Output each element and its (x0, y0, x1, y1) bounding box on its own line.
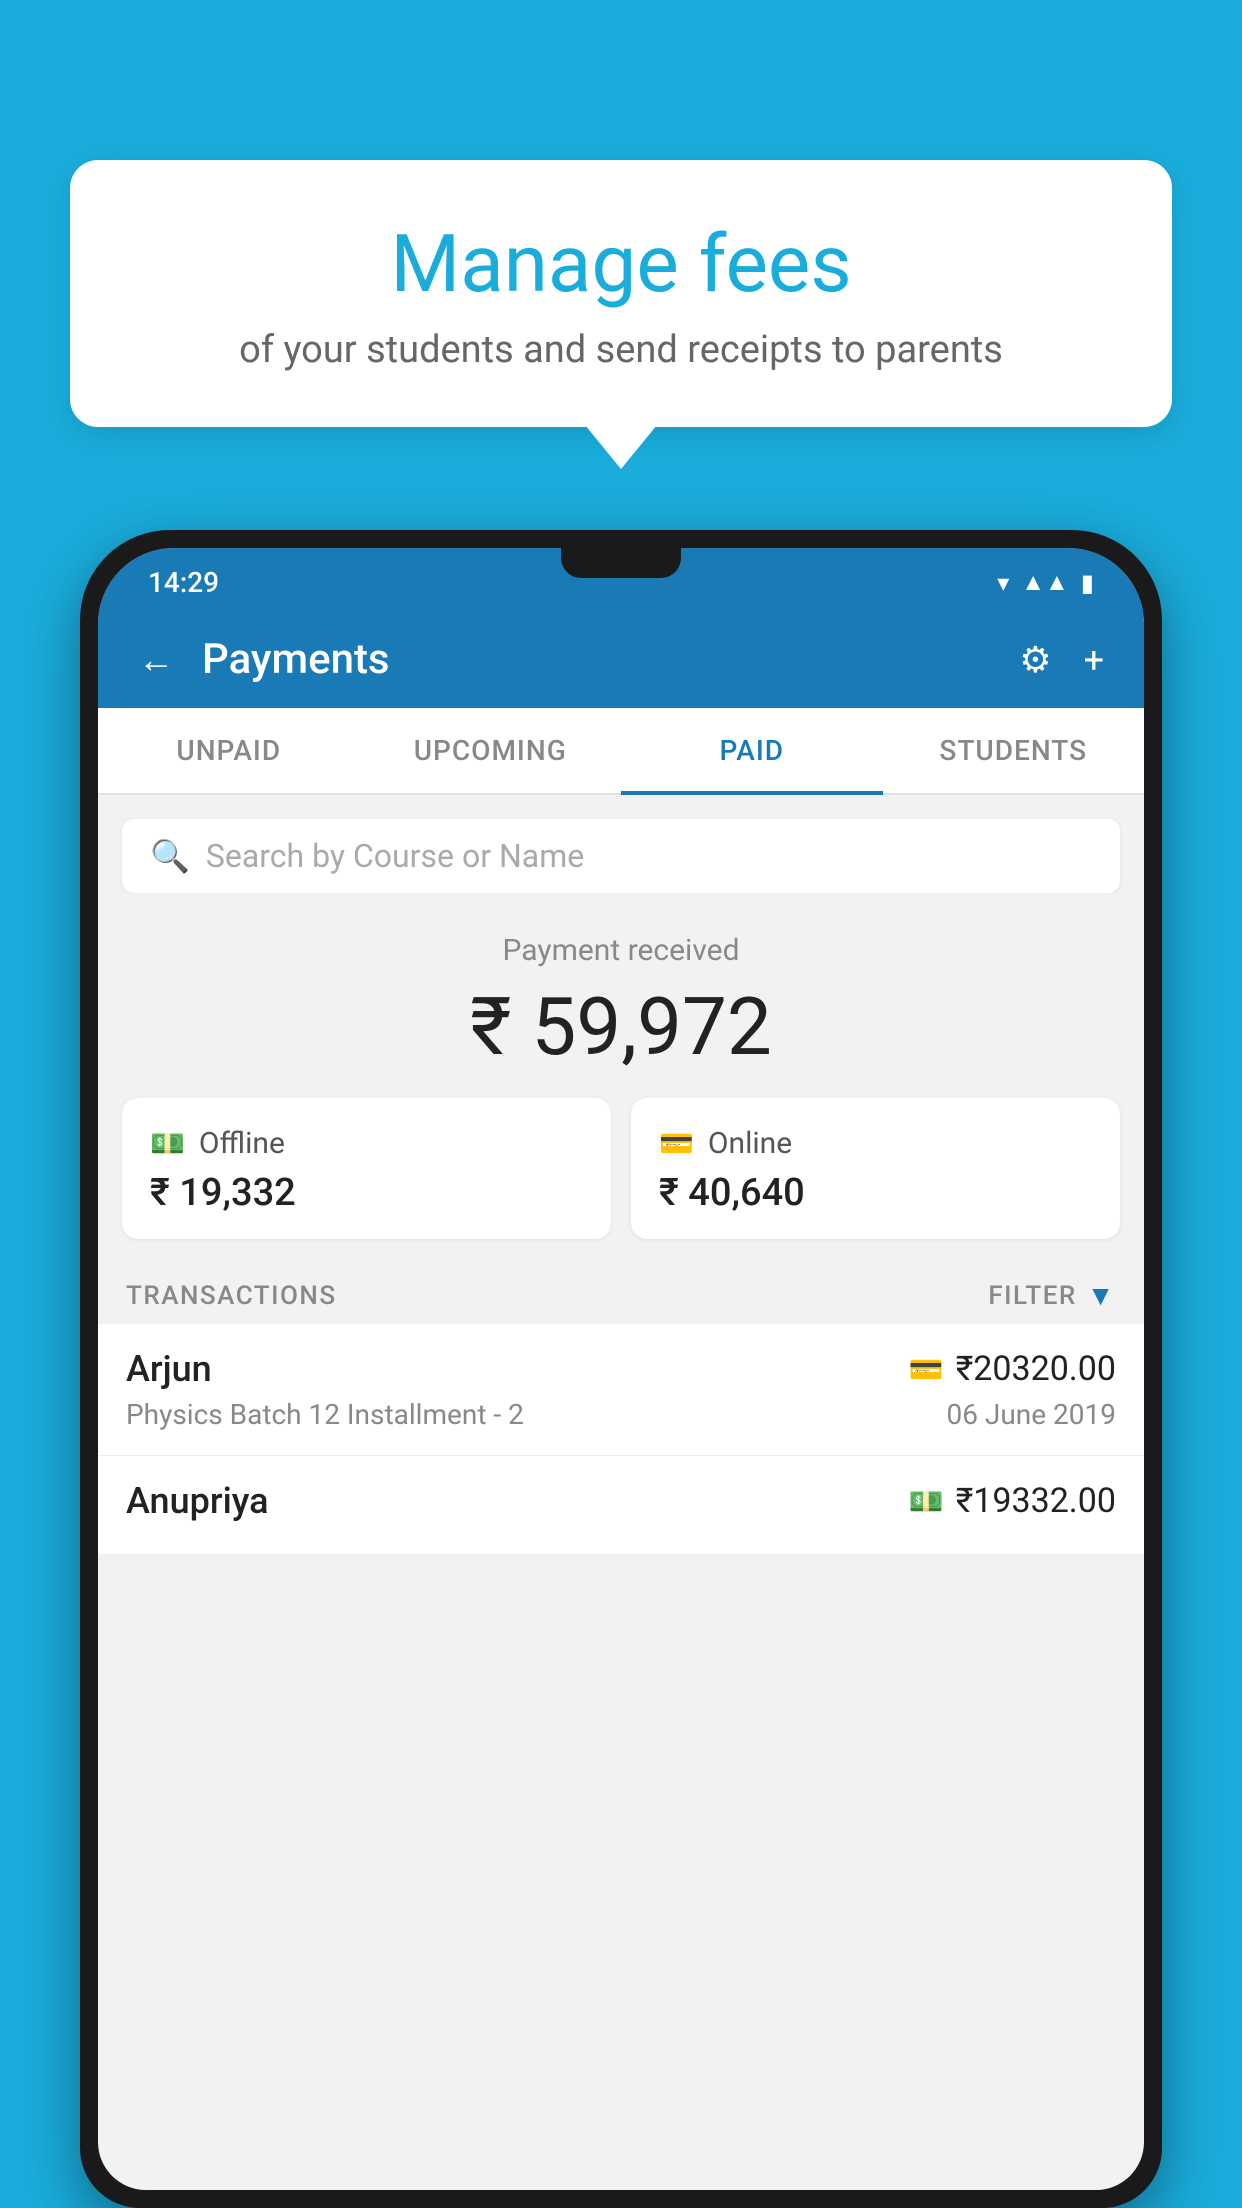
tooltip-subtitle: of your students and send receipts to pa… (130, 328, 1112, 372)
app-header: ← Payments ⚙ + (98, 611, 1144, 708)
tab-students[interactable]: STUDENTS (883, 708, 1145, 793)
back-button[interactable]: ← (138, 639, 174, 681)
offline-label: Offline (199, 1126, 285, 1161)
filter-icon: ▼ (1087, 1279, 1116, 1312)
offline-icon: 💵 (150, 1127, 185, 1160)
transaction-value: ₹19332.00 (956, 1481, 1116, 1521)
transaction-list: Arjun 💳 ₹20320.00 Physics Batch 12 Insta… (98, 1324, 1144, 1555)
transaction-bottom-arjun: Physics Batch 12 Installment - 2 06 June… (126, 1398, 1116, 1431)
tab-paid[interactable]: PAID (621, 708, 883, 793)
phone-frame: 14:29 ▾ ▲▲ ▮ ← Payments ⚙ + UNPAID UPCOM… (80, 530, 1162, 2208)
phone-notch (561, 548, 681, 578)
payment-cards: 💵 Offline ₹ 19,332 💳 Online ₹ 40,640 (98, 1098, 1144, 1263)
transactions-header: TRANSACTIONS FILTER ▼ (98, 1263, 1144, 1324)
table-row[interactable]: Arjun 💳 ₹20320.00 Physics Batch 12 Insta… (98, 1324, 1144, 1456)
app-header-right: ⚙ + (1019, 639, 1104, 681)
transaction-value: ₹20320.00 (956, 1349, 1116, 1389)
transaction-date: 06 June 2019 (946, 1398, 1116, 1431)
payment-label: Payment received (118, 933, 1124, 968)
app-header-left: ← Payments (138, 635, 390, 684)
payment-type-icon-offline: 💵 (909, 1485, 944, 1518)
online-amount: ₹ 40,640 (659, 1171, 1092, 1215)
phone-screen: 14:29 ▾ ▲▲ ▮ ← Payments ⚙ + UNPAID UPCOM… (98, 548, 1144, 2190)
search-bar[interactable]: 🔍 Search by Course or Name (122, 819, 1120, 893)
table-row[interactable]: Anupriya 💵 ₹19332.00 (98, 1456, 1144, 1555)
transaction-description: Physics Batch 12 Installment - 2 (126, 1398, 524, 1431)
signal-icon: ▲▲ (1021, 568, 1069, 597)
transactions-label: TRANSACTIONS (126, 1281, 337, 1311)
tab-unpaid[interactable]: UNPAID (98, 708, 360, 793)
battery-icon: ▮ (1081, 569, 1094, 597)
tooltip-card: Manage fees of your students and send re… (70, 160, 1172, 427)
transaction-top-anupriya: Anupriya 💵 ₹19332.00 (126, 1480, 1116, 1522)
offline-card-header: 💵 Offline (150, 1126, 583, 1161)
tab-upcoming[interactable]: UPCOMING (360, 708, 622, 793)
transaction-name: Arjun (126, 1348, 212, 1390)
transaction-top-arjun: Arjun 💳 ₹20320.00 (126, 1348, 1116, 1390)
filter-label: FILTER (988, 1281, 1076, 1311)
settings-icon[interactable]: ⚙ (1019, 639, 1051, 681)
payment-amount: ₹ 59,972 (118, 980, 1124, 1074)
search-placeholder-text: Search by Course or Name (206, 837, 584, 875)
online-card-header: 💳 Online (659, 1126, 1092, 1161)
online-icon: 💳 (659, 1127, 694, 1160)
filter-button[interactable]: FILTER ▼ (988, 1279, 1116, 1312)
tooltip-title: Manage fees (130, 220, 1112, 308)
online-card: 💳 Online ₹ 40,640 (631, 1098, 1120, 1239)
search-icon: 🔍 (150, 837, 190, 875)
wifi-icon: ▾ (997, 569, 1009, 597)
online-label: Online (708, 1126, 792, 1161)
add-icon[interactable]: + (1084, 639, 1104, 681)
status-icons: ▾ ▲▲ ▮ (997, 568, 1094, 597)
tabs: UNPAID UPCOMING PAID STUDENTS (98, 708, 1144, 795)
offline-card: 💵 Offline ₹ 19,332 (122, 1098, 611, 1239)
offline-amount: ₹ 19,332 (150, 1171, 583, 1215)
transaction-name: Anupriya (126, 1480, 269, 1522)
payment-type-icon-online: 💳 (909, 1353, 944, 1386)
payment-section: Payment received ₹ 59,972 (98, 893, 1144, 1098)
transaction-amount-anupriya: 💵 ₹19332.00 (909, 1481, 1116, 1521)
status-time: 14:29 (148, 566, 219, 599)
app-title: Payments (202, 635, 390, 684)
transaction-amount-arjun: 💳 ₹20320.00 (909, 1349, 1116, 1389)
